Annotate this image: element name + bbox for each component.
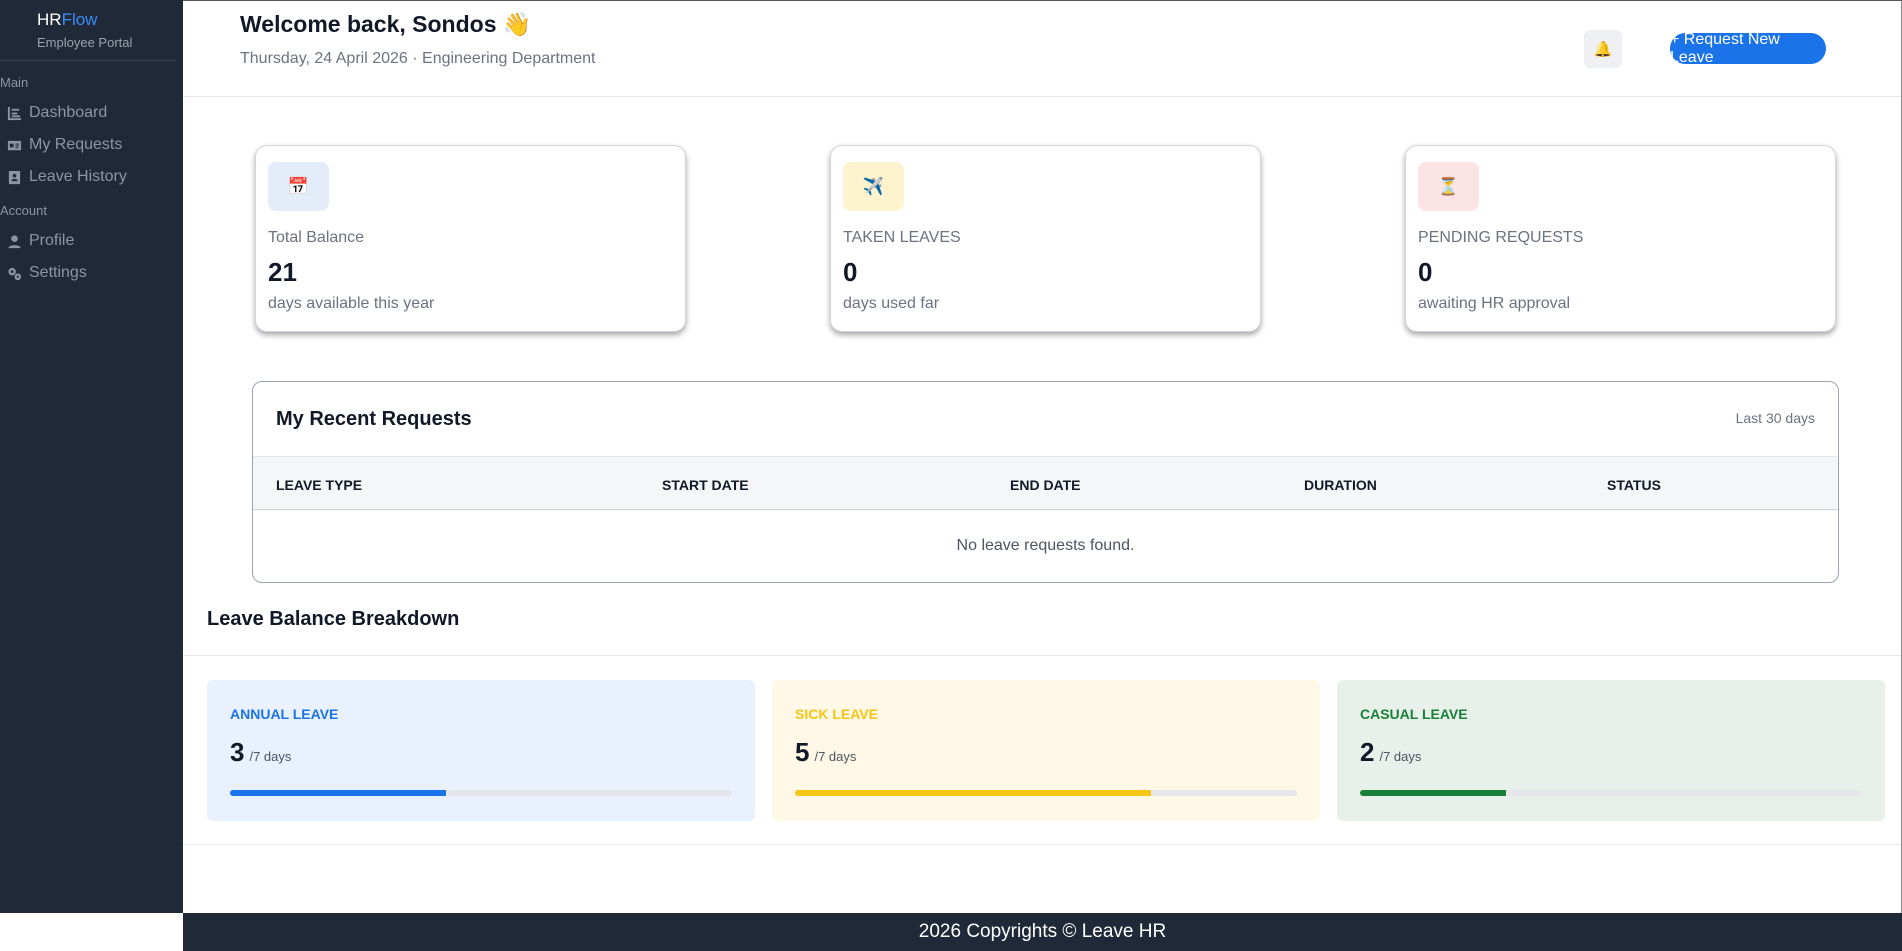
chart-icon	[7, 106, 22, 120]
column-header-end-date: END DATE	[1010, 477, 1081, 493]
nav-section-main: Main	[0, 75, 29, 90]
hourglass-icon: ⏳	[1418, 162, 1479, 211]
sidebar-item-settings[interactable]: Settings	[7, 264, 87, 282]
gears-icon	[8, 267, 22, 280]
leave-balance-unit: /7 days	[814, 749, 857, 764]
sidebar-item-label: My Requests	[29, 136, 123, 153]
nav-section-account: Account	[0, 203, 47, 218]
brand-logo[interactable]: HRFlow	[37, 10, 132, 30]
leave-balance-unit: /7 days	[1379, 749, 1422, 764]
progress-bar	[795, 790, 1297, 796]
leave-balance: 2 /7 days	[1360, 737, 1421, 768]
sidebar-item-label: Settings	[29, 264, 87, 281]
date-department: Thursday, 24 April 2026 · Engineering De…	[240, 50, 596, 67]
sidebar-item-label: Profile	[29, 232, 75, 249]
leave-balance-value: 2	[1360, 737, 1375, 767]
recent-requests-panel: My Recent Requests Last 30 days LEAVE TY…	[252, 381, 1839, 583]
leave-card-annual: ANNUAL LEAVE 3 /7 days	[207, 680, 755, 821]
sidebar-item-dashboard[interactable]: Dashboard	[7, 104, 107, 122]
sidebar: HRFlow Employee Portal Main Dashboard My…	[0, 0, 183, 913]
user-icon	[8, 234, 21, 248]
stat-description: days used far	[843, 295, 940, 312]
section-title: Leave Balance Breakdown	[207, 608, 460, 630]
brand-subtitle: Employee Portal	[37, 35, 133, 50]
column-header-status: STATUS	[1607, 477, 1661, 493]
progress-bar	[1360, 790, 1862, 796]
stat-card-taken-leaves: ✈️ TAKEN LEAVES 0 days used far	[830, 145, 1261, 332]
stat-card-total-balance: 📅 Total Balance 21 days available this y…	[255, 145, 686, 332]
stat-value: 21	[268, 257, 297, 287]
leave-balance: 5 /7 days	[795, 737, 856, 768]
top-bar: Welcome back, Sondos 👋 Thursday, 24 Apri…	[183, 1, 1901, 97]
leave-type-label: SICK LEAVE	[795, 706, 878, 722]
stat-label: PENDING REQUESTS	[1418, 229, 1584, 246]
leave-type-label: ANNUAL LEAVE	[230, 706, 339, 722]
divider	[183, 655, 1901, 656]
leave-balance: 3 /7 days	[230, 737, 291, 768]
sidebar-item-profile[interactable]: Profile	[7, 232, 74, 250]
date-range-label: Last 30 days	[1735, 410, 1815, 426]
calendar-icon: 📅	[268, 162, 329, 211]
progress-bar	[230, 790, 732, 796]
divider	[0, 60, 176, 61]
notification-button[interactable]: 🔔	[1584, 30, 1622, 68]
stat-value: 0	[843, 257, 858, 287]
airplane-icon: ✈️	[843, 162, 904, 211]
stat-description: awaiting HR approval	[1418, 295, 1571, 312]
leave-card-sick: SICK LEAVE 5 /7 days	[772, 680, 1320, 821]
copyright-text: 2026 Copyrights © Leave HR	[918, 921, 1167, 942]
column-header-start-date: START DATE	[662, 477, 749, 493]
progress-fill	[1360, 790, 1506, 796]
stat-description: days available this year	[268, 295, 435, 312]
leave-balance-value: 3	[230, 737, 245, 767]
empty-state-message: No leave requests found.	[956, 537, 1135, 554]
sidebar-item-my-requests[interactable]: My Requests	[7, 136, 122, 154]
column-header-duration: DURATION	[1304, 477, 1377, 493]
leave-balance-unit: /7 days	[249, 749, 292, 764]
request-new-leave-button[interactable]: + Request New Leave	[1670, 31, 1826, 66]
divider	[183, 844, 1901, 845]
main-content: Welcome back, Sondos 👋 Thursday, 24 Apri…	[183, 0, 1902, 913]
sidebar-item-label: Leave History	[29, 168, 127, 185]
address-book-icon	[8, 170, 21, 184]
table-header: LEAVE TYPE START DATE END DATE DURATION …	[253, 456, 1838, 510]
page-title: Welcome back, Sondos 👋	[240, 11, 532, 37]
column-header-leave-type: LEAVE TYPE	[276, 477, 363, 493]
stat-label: Total Balance	[268, 229, 365, 246]
progress-fill	[795, 790, 1152, 796]
stat-label: TAKEN LEAVES	[843, 229, 961, 246]
sidebar-item-label: Dashboard	[29, 104, 108, 121]
stat-card-pending-requests: ⏳ PENDING REQUESTS 0 awaiting HR approva…	[1405, 145, 1836, 332]
progress-fill	[230, 790, 446, 796]
leave-type-label: CASUAL LEAVE	[1360, 706, 1468, 722]
section-title: My Recent Requests	[276, 408, 472, 430]
footer: 2026 Copyrights © Leave HR	[183, 913, 1902, 951]
stat-value: 0	[1418, 257, 1433, 287]
sidebar-item-leave-history[interactable]: Leave History	[7, 168, 127, 186]
id-card-icon	[7, 140, 22, 150]
brand: HRFlow Employee Portal	[37, 10, 132, 50]
leave-balance-value: 5	[795, 737, 810, 767]
bell-icon: 🔔	[1593, 41, 1613, 58]
leave-card-casual: CASUAL LEAVE 2 /7 days	[1337, 680, 1885, 821]
